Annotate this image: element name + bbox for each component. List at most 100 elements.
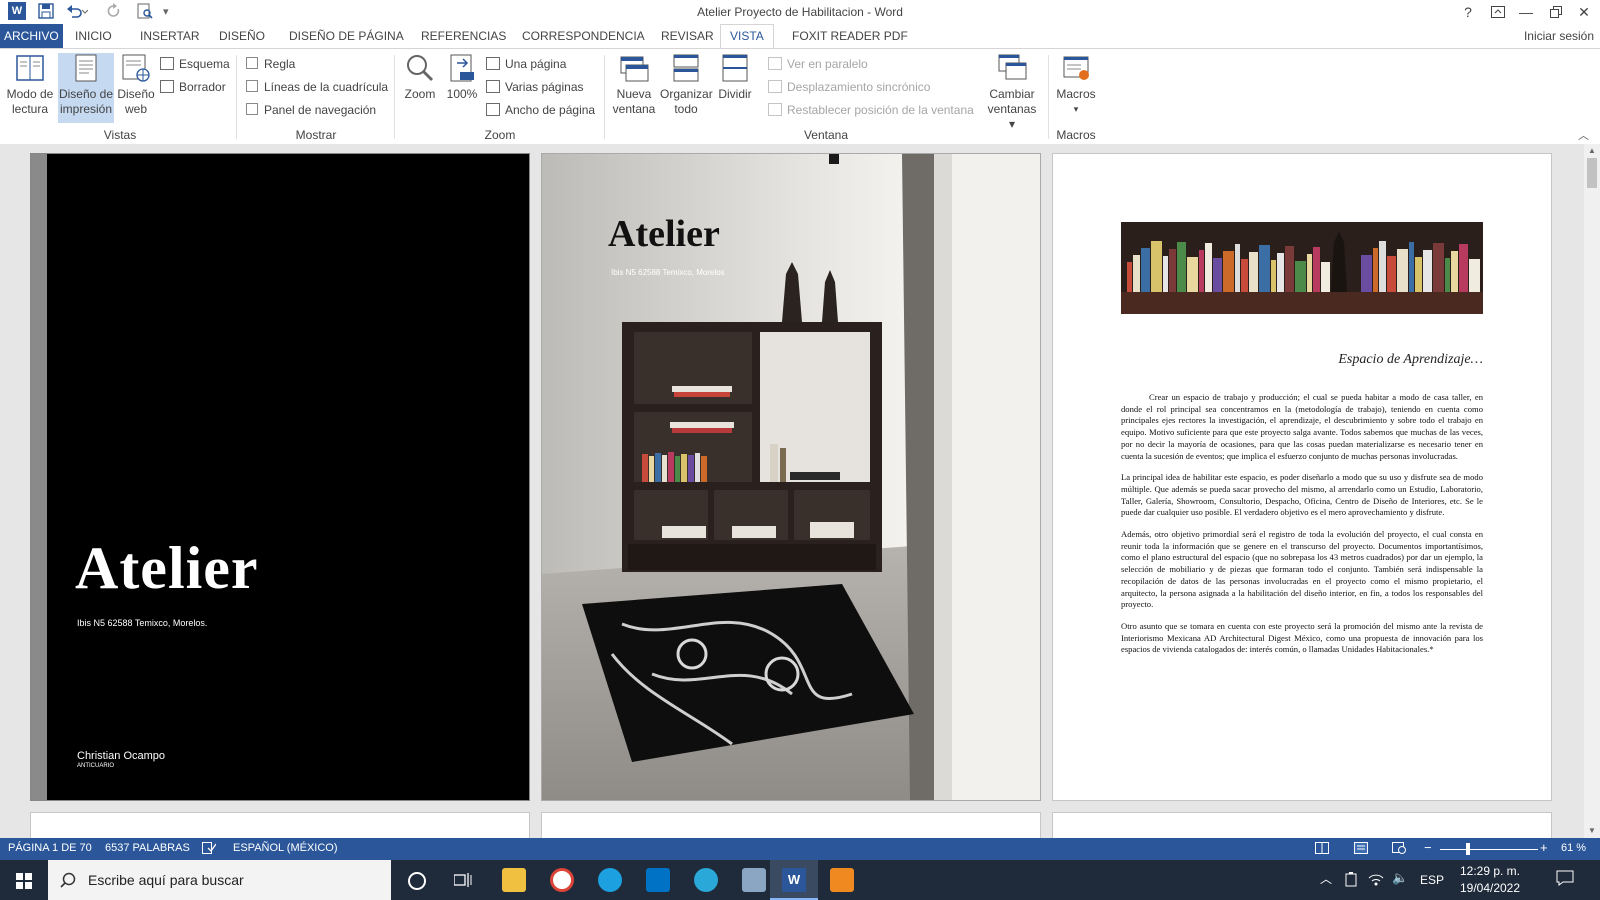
body-text: Crear un espacio de trabajo y producción… [1121,392,1483,656]
ruler-check-box [246,57,258,69]
paragraph: Además, otro objetivo primordial será el… [1121,529,1483,610]
chrome-icon[interactable] [550,868,574,892]
vertical-scrollbar[interactable]: ▲ ▼ [1584,144,1600,838]
split-label: Dividir [718,87,752,101]
clock-time[interactable]: 12:29 p. m. [1450,864,1530,878]
zoom-slider-thumb[interactable] [1465,843,1470,855]
macros-button[interactable]: Macros ▾ [1054,53,1098,117]
tab-referencias[interactable]: REFERENCIAS [421,29,506,43]
help-button[interactable]: ? [1454,2,1482,22]
view-side-by-side-button[interactable]: Ver en paralelo [768,55,868,73]
ruler-checkbox[interactable]: Regla [246,55,295,73]
edge-icon[interactable] [694,868,718,892]
tab-correspondencia[interactable]: CORRESPONDENCIA [522,29,645,43]
page-next[interactable] [30,812,530,838]
scroll-down-icon[interactable]: ▼ [1588,826,1596,835]
zoom-slider[interactable] [1440,849,1538,850]
navigation-pane-checkbox[interactable]: Panel de navegación [246,101,376,119]
page-width-button[interactable]: Ancho de página [486,101,595,119]
show-hidden-icons[interactable]: ︿ [1320,870,1332,887]
split-button[interactable]: Dividir [714,53,756,102]
page-cover[interactable]: Atelier Ibis N5 62588 Temixco, Morelos. … [30,153,530,801]
zoom-out-icon[interactable]: − [1424,840,1432,855]
zoom-percent[interactable]: 61 % [1561,842,1586,854]
notifications-icon[interactable] [1556,870,1574,889]
clock-date[interactable]: 19/04/2022 [1450,881,1530,895]
zoom-in-icon[interactable]: + [1540,840,1548,855]
book-spine [1177,242,1186,292]
minimize-icon[interactable]: — [1512,2,1540,22]
page-count[interactable]: PÁGINA 1 DE 70 [8,842,92,854]
print-layout-label-1: Diseño de [58,87,114,101]
magnifier-icon [405,53,435,83]
tab-foxit-reader-pdf[interactable]: FOXIT READER PDF [792,29,908,43]
page-next[interactable] [1052,812,1552,838]
taskbar: Escribe aquí para buscar W ︿ 🔈 ESP 12:29… [0,860,1600,900]
synchronous-scrolling-button[interactable]: Desplazamiento sincrónico [768,78,930,96]
draft-button[interactable]: Borrador [160,78,226,96]
tab-inicio[interactable]: INICIO [75,29,112,43]
book-spine [1241,259,1248,292]
sign-in-link[interactable]: Iniciar sesión [1524,29,1594,43]
zoom-100-button[interactable]: 100% [444,53,480,102]
scrollbar-thumb[interactable] [1587,158,1597,188]
print-layout-button[interactable]: Diseño de impresión [58,53,114,123]
tab-revisar[interactable]: REVISAR [661,29,714,43]
windows-start-icon[interactable] [16,873,32,892]
scroll-up-icon[interactable]: ▲ [1588,146,1596,155]
new-window-button[interactable]: Nueva ventana [610,53,658,117]
web-layout-status-icon[interactable] [1392,842,1406,857]
web-layout-button[interactable]: Diseño web [116,53,156,117]
input-language[interactable]: ESP [1420,873,1444,887]
book-spine [1169,249,1176,292]
file-explorer-icon[interactable] [502,868,526,892]
draft-icon [160,80,174,93]
tab-diseno-de-pagina[interactable]: DISEÑO DE PÁGINA [289,29,404,43]
multiple-pages-button[interactable]: Varias páginas [486,78,584,96]
print-layout-icon [71,53,101,83]
group-label-zoom: Zoom [484,128,516,142]
word-count[interactable]: 6537 PALABRAS [105,842,190,854]
reset-window-position-button[interactable]: Restablecer posición de la ventana [768,101,974,119]
tab-insertar[interactable]: INSERTAR [140,29,200,43]
foxit-reader-icon[interactable] [830,868,854,892]
tab-archivo[interactable]: ARCHIVO [0,24,63,48]
print-layout-status-icon[interactable] [1354,842,1368,857]
page-photo[interactable]: Atelier Ibis N5 62588 Temixco, Morelos [541,153,1041,801]
page-text[interactable]: Espacio de Aprendizaje… Crear un espacio… [1052,153,1552,801]
word-icon: W [782,868,806,892]
reading-mode-button[interactable]: Modo de lectura [4,53,56,117]
volume-icon[interactable]: 🔈 [1392,870,1408,886]
page-next[interactable] [541,812,1041,838]
wifi-icon[interactable] [1368,871,1384,890]
tab-vista[interactable]: VISTA [720,24,774,49]
collapse-ribbon-icon[interactable]: ︿ [1578,127,1589,143]
tab-diseno[interactable]: DISEÑO [219,29,265,43]
arrange-all-button[interactable]: Organizar todo [660,53,713,117]
ribbon-display-options-icon[interactable] [1484,2,1512,22]
battery-icon[interactable] [1344,871,1358,890]
one-page-button[interactable]: Una página [486,55,566,73]
restore-icon[interactable] [1542,2,1570,22]
switch-windows-button[interactable]: Cambiar ventanas ▾ [984,53,1040,132]
close-icon[interactable]: ✕ [1570,2,1598,22]
zoom-button[interactable]: Zoom [400,53,440,102]
gridlines-label: Líneas de la cuadrícula [264,80,389,94]
print-layout-label-2: impresión [59,102,113,116]
outline-button[interactable]: Esquema [160,55,230,73]
gridlines-checkbox[interactable]: Líneas de la cuadrícula [246,78,388,96]
task-view-icon[interactable] [453,872,472,891]
word-taskbar-button[interactable]: W [770,860,818,900]
proofing-icon[interactable] [202,842,217,857]
calculator-icon[interactable] [742,868,766,892]
read-mode-icon[interactable] [1315,842,1329,857]
photo-page-title: Atelier [608,213,720,255]
internet-explorer-icon[interactable] [598,868,622,892]
book-spine [1415,257,1422,292]
language-status[interactable]: ESPAÑOL (MÉXICO) [233,842,338,854]
document-area[interactable]: Atelier Ibis N5 62588 Temixco, Morelos. … [0,144,1584,838]
cortana-icon[interactable] [408,872,426,890]
outlook-icon[interactable] [646,868,670,892]
taskbar-search-box[interactable]: Escribe aquí para buscar [48,860,391,900]
section-heading: Espacio de Aprendizaje… [1338,352,1483,367]
